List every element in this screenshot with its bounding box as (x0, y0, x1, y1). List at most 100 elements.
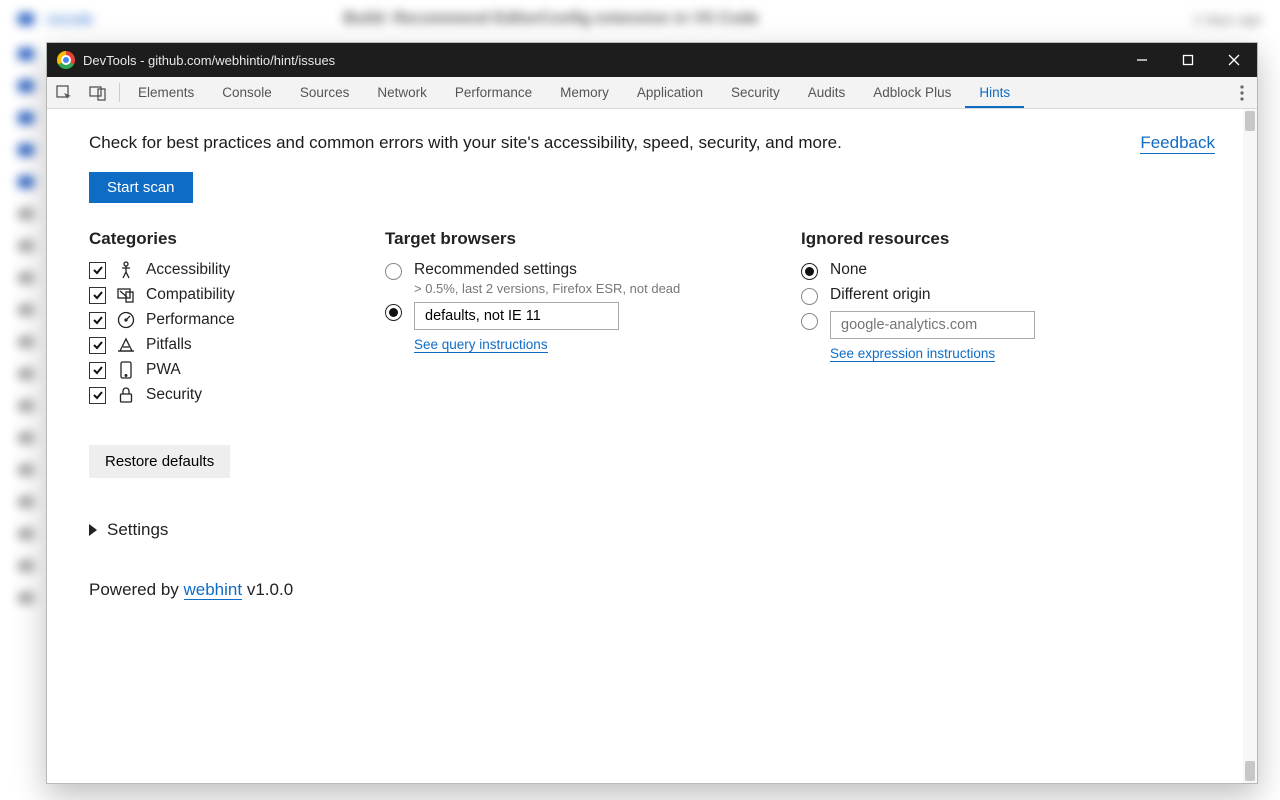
category-label: Pitfalls (146, 336, 192, 354)
accessibility-icon (117, 261, 135, 279)
separator (119, 83, 120, 102)
ignored-custom-input[interactable] (830, 311, 1035, 339)
folder-icon (18, 48, 34, 60)
checkbox-icon[interactable] (89, 312, 106, 329)
file-icon (18, 368, 34, 380)
ignored-none-label: None (830, 261, 867, 279)
browsers-heading: Target browsers (385, 229, 801, 249)
settings-disclosure[interactable]: Settings (89, 520, 385, 540)
tab-performance[interactable]: Performance (441, 77, 546, 108)
tab-network[interactable]: Network (363, 77, 441, 108)
tab-hints[interactable]: Hints (965, 77, 1024, 108)
tab-sources[interactable]: Sources (286, 77, 364, 108)
tab-application[interactable]: Application (623, 77, 717, 108)
triangle-right-icon (89, 524, 97, 536)
browsers-recommended-label: Recommended settings (414, 261, 680, 279)
ignored-heading: Ignored resources (801, 229, 1215, 249)
category-accessibility[interactable]: Accessibility (89, 261, 385, 279)
browsers-custom-option[interactable]: See query instructions (385, 302, 801, 354)
bg-time: 2 days ago (1194, 11, 1263, 27)
feedback-link[interactable]: Feedback (1140, 133, 1215, 154)
tab-adblock-plus[interactable]: Adblock Plus (859, 77, 965, 108)
hints-panel: Check for best practices and common erro… (47, 109, 1257, 783)
browsers-recommended-hint: > 0.5%, last 2 versions, Firefox ESR, no… (414, 281, 680, 296)
radio-selected-icon[interactable] (801, 263, 818, 280)
devtools-window: DevTools - github.com/webhintio/hint/iss… (46, 42, 1258, 784)
file-icon (18, 272, 34, 284)
folder-icon (18, 112, 34, 124)
category-label: Security (146, 386, 202, 404)
radio-selected-icon[interactable] (385, 304, 402, 321)
category-label: Performance (146, 311, 235, 329)
file-icon (18, 592, 34, 604)
window-close-button[interactable] (1211, 43, 1257, 77)
checkbox-icon[interactable] (89, 387, 106, 404)
window-minimize-button[interactable] (1119, 43, 1165, 77)
checkbox-icon[interactable] (89, 362, 106, 379)
webhint-link[interactable]: webhint (184, 580, 243, 600)
window-titlebar[interactable]: DevTools - github.com/webhintio/hint/iss… (47, 43, 1257, 77)
intro-text: Check for best practices and common erro… (89, 133, 842, 153)
restore-defaults-button[interactable]: Restore defaults (89, 445, 230, 478)
file-icon (18, 208, 34, 220)
compatibility-icon (117, 286, 135, 304)
file-icon (18, 336, 34, 348)
footer-version: v1.0.0 (242, 580, 293, 599)
security-icon (117, 386, 135, 404)
device-toolbar-icon[interactable] (81, 77, 115, 108)
ignored-different-origin-label: Different origin (830, 286, 931, 304)
scrollbar[interactable] (1243, 109, 1257, 783)
categories-heading: Categories (89, 229, 385, 249)
file-icon (18, 560, 34, 572)
folder-icon (18, 13, 34, 25)
file-icon (18, 464, 34, 476)
scroll-up-arrow[interactable] (1245, 111, 1255, 131)
ignored-different-origin-option[interactable]: Different origin (801, 286, 1215, 305)
pitfalls-icon (117, 336, 135, 354)
expression-instructions-link[interactable]: See expression instructions (830, 346, 995, 362)
window-title: DevTools - github.com/webhintio/hint/iss… (83, 53, 335, 68)
performance-icon (117, 311, 135, 329)
checkbox-icon[interactable] (89, 262, 106, 279)
chrome-icon (57, 51, 75, 69)
category-pwa[interactable]: PWA (89, 361, 385, 379)
ignored-custom-option[interactable]: See expression instructions (801, 311, 1215, 363)
checkbox-icon[interactable] (89, 337, 106, 354)
start-scan-button[interactable]: Start scan (89, 172, 193, 203)
file-icon (18, 400, 34, 412)
browsers-recommended-option[interactable]: Recommended settings > 0.5%, last 2 vers… (385, 261, 801, 296)
settings-label: Settings (107, 520, 168, 540)
query-instructions-link[interactable]: See query instructions (414, 337, 548, 353)
inspect-element-icon[interactable] (47, 77, 81, 108)
tab-elements[interactable]: Elements (124, 77, 208, 108)
tab-memory[interactable]: Memory (546, 77, 623, 108)
browsers-custom-input[interactable] (414, 302, 619, 330)
radio-icon[interactable] (801, 288, 818, 305)
radio-icon[interactable] (385, 263, 402, 280)
file-icon (18, 528, 34, 540)
window-maximize-button[interactable] (1165, 43, 1211, 77)
tab-audits[interactable]: Audits (794, 77, 860, 108)
checkbox-icon[interactable] (89, 287, 106, 304)
folder-icon (18, 80, 34, 92)
bg-link: vscode (46, 11, 94, 28)
file-icon (18, 240, 34, 252)
ignored-none-option[interactable]: None (801, 261, 1215, 280)
devtools-menu-button[interactable] (1227, 77, 1257, 108)
category-label: Compatibility (146, 286, 235, 304)
file-icon (18, 432, 34, 444)
category-label: PWA (146, 361, 181, 379)
category-performance[interactable]: Performance (89, 311, 385, 329)
footer-prefix: Powered by (89, 580, 184, 599)
folder-icon (18, 176, 34, 188)
tab-console[interactable]: Console (208, 77, 286, 108)
scroll-down-arrow[interactable] (1245, 761, 1255, 781)
category-label: Accessibility (146, 261, 230, 279)
category-security[interactable]: Security (89, 386, 385, 404)
powered-by-footer: Powered by webhint v1.0.0 (89, 580, 385, 600)
pwa-icon (117, 361, 135, 379)
radio-icon[interactable] (801, 313, 818, 330)
tab-security[interactable]: Security (717, 77, 794, 108)
category-pitfalls[interactable]: Pitfalls (89, 336, 385, 354)
category-compatibility[interactable]: Compatibility (89, 286, 385, 304)
